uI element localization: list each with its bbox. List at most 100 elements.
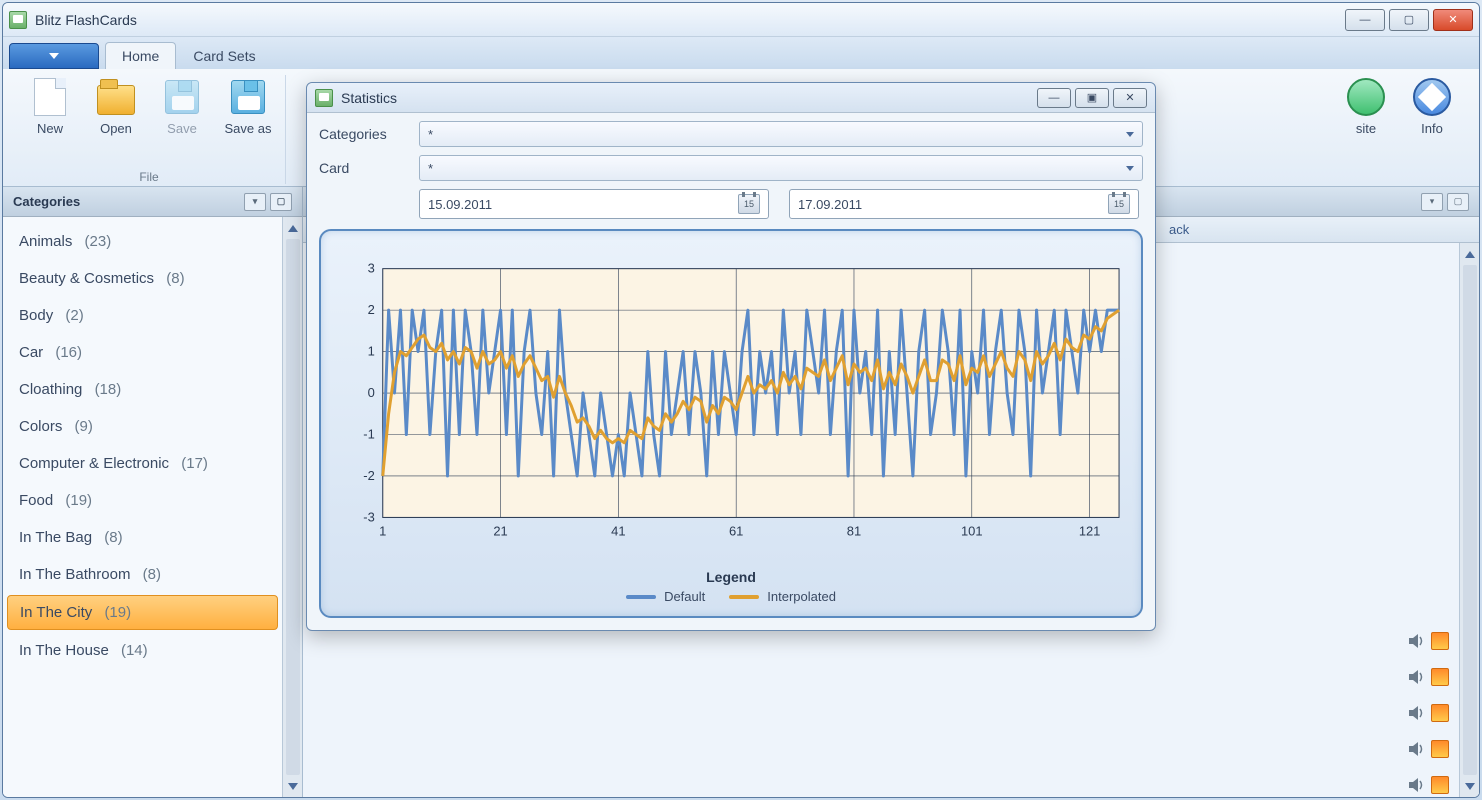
speaker-icon[interactable] [1407, 632, 1427, 650]
scroll-up-icon[interactable] [286, 221, 300, 235]
speaker-icon[interactable] [1407, 740, 1427, 758]
date-from-input[interactable]: 15.09.2011 15 [419, 189, 769, 219]
chevron-down-icon [1126, 132, 1134, 137]
category-name: Food [19, 492, 53, 509]
statistics-window[interactable]: Statistics — ▣ ✕ Categories * Card * 15.… [306, 82, 1156, 631]
flame-icon[interactable] [1431, 740, 1449, 758]
new-button[interactable]: New [21, 75, 79, 168]
save-as-button[interactable]: Save as [219, 75, 277, 168]
category-item[interactable]: Computer & Electronic (17) [3, 445, 282, 482]
table-row[interactable] [303, 731, 1459, 767]
scroll-down-icon[interactable] [286, 779, 300, 793]
flame-icon[interactable] [1431, 668, 1449, 686]
category-item[interactable]: Cloathing (18) [3, 371, 282, 408]
svg-text:121: 121 [1079, 523, 1101, 538]
app-menu-button[interactable] [9, 43, 99, 69]
svg-text:81: 81 [847, 523, 861, 538]
category-name: In The House [19, 642, 109, 659]
stats-minimize-button[interactable]: — [1037, 88, 1071, 108]
ribbon-tabstrip: Home Card Sets [3, 37, 1479, 69]
categories-combo[interactable]: * [419, 121, 1143, 147]
statistics-title: Statistics [341, 90, 397, 106]
app-icon [9, 11, 27, 29]
category-name: Animals [19, 233, 72, 250]
category-item[interactable]: In The Bathroom (8) [3, 556, 282, 593]
save-button[interactable]: Save [153, 75, 211, 168]
tab-card-sets[interactable]: Card Sets [176, 42, 272, 69]
category-item[interactable]: Colors (9) [3, 408, 282, 445]
panel-collapse-button[interactable]: ▾ [244, 193, 266, 211]
category-count: (19) [65, 492, 92, 509]
svg-text:21: 21 [493, 523, 507, 538]
category-item[interactable]: Body (2) [3, 297, 282, 334]
category-item[interactable]: Animals (23) [3, 223, 282, 260]
panel-close-button[interactable]: ▢ [270, 193, 292, 211]
card-value: * [428, 161, 433, 176]
info-button[interactable]: Info [1403, 75, 1461, 168]
svg-text:3: 3 [368, 261, 375, 276]
info-label: Info [1421, 121, 1443, 136]
category-count: (2) [65, 307, 83, 324]
table-row[interactable] [303, 695, 1459, 731]
open-label: Open [100, 121, 132, 136]
close-button[interactable]: ✕ [1433, 9, 1473, 31]
categories-panel: Categories ▾ ▢ Animals (23)Beauty & Cosm… [3, 187, 303, 797]
site-button[interactable]: site [1337, 75, 1395, 168]
category-item[interactable]: Car (16) [3, 334, 282, 371]
scroll-track[interactable] [286, 239, 300, 775]
category-name: In The Bag [19, 529, 92, 546]
category-item[interactable]: Beauty & Cosmetics (8) [3, 260, 282, 297]
speaker-icon[interactable] [1407, 668, 1427, 686]
svg-text:1: 1 [368, 344, 375, 359]
grid-collapse-button[interactable]: ▾ [1421, 193, 1443, 211]
stats-window-controls: — ▣ ✕ [1037, 88, 1147, 108]
svg-text:2: 2 [368, 302, 375, 317]
stats-close-button[interactable]: ✕ [1113, 88, 1147, 108]
stats-maximize-button[interactable]: ▣ [1075, 88, 1109, 108]
categories-scrollbar[interactable] [282, 217, 302, 797]
category-count: (8) [143, 566, 161, 583]
legend: Default Interpolated [333, 589, 1129, 604]
scroll-down-icon[interactable] [1463, 779, 1477, 793]
category-count: (14) [121, 642, 148, 659]
flame-icon[interactable] [1431, 704, 1449, 722]
calendar-icon[interactable]: 15 [738, 194, 760, 214]
card-label: Card [319, 160, 419, 176]
grid-close-button[interactable]: ▢ [1447, 193, 1469, 211]
chart-panel: -3-2-10123121416181101121 Legend Default… [319, 229, 1143, 618]
category-item[interactable]: In The Bag (8) [3, 519, 282, 556]
file-icon [30, 77, 70, 117]
maximize-button[interactable]: ▢ [1389, 9, 1429, 31]
calendar-icon[interactable]: 15 [1108, 194, 1130, 214]
scroll-track[interactable] [1463, 265, 1477, 775]
category-count: (16) [55, 344, 82, 361]
titlebar[interactable]: Blitz FlashCards — ▢ ✕ [3, 3, 1479, 37]
speaker-icon[interactable] [1407, 776, 1427, 794]
col-back[interactable]: ack [1159, 222, 1359, 237]
card-combo[interactable]: * [419, 155, 1143, 181]
date-to-input[interactable]: 17.09.2011 15 [789, 189, 1139, 219]
grid-scrollbar[interactable] [1459, 243, 1479, 797]
categories-list[interactable]: Animals (23)Beauty & Cosmetics (8)Body (… [3, 217, 282, 797]
app-icon [315, 89, 333, 107]
category-name: In The City [20, 604, 92, 621]
category-item[interactable]: In The House (14) [3, 632, 282, 669]
open-button[interactable]: Open [87, 75, 145, 168]
table-row[interactable] [303, 767, 1459, 797]
category-item[interactable]: In The City (19) [7, 595, 278, 630]
minimize-button[interactable]: — [1345, 9, 1385, 31]
category-item[interactable]: Food (19) [3, 482, 282, 519]
ribbon-group-file: New Open Save Save as File [13, 75, 286, 184]
scroll-up-icon[interactable] [1463, 247, 1477, 261]
legend-title: Legend [333, 569, 1129, 585]
tab-home[interactable]: Home [105, 42, 176, 69]
category-count: (18) [95, 381, 122, 398]
speaker-icon[interactable] [1407, 704, 1427, 722]
category-count: (17) [181, 455, 208, 472]
legend-default-label: Default [664, 589, 705, 604]
flame-icon[interactable] [1431, 632, 1449, 650]
legend-interp-label: Interpolated [767, 589, 836, 604]
flame-icon[interactable] [1431, 776, 1449, 794]
table-row[interactable] [303, 659, 1459, 695]
statistics-titlebar[interactable]: Statistics — ▣ ✕ [307, 83, 1155, 113]
